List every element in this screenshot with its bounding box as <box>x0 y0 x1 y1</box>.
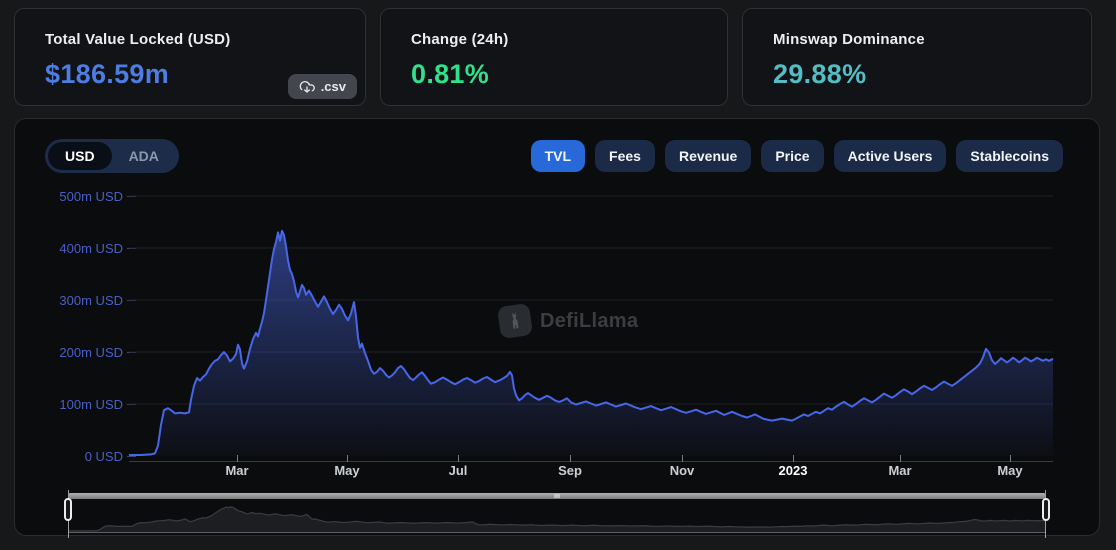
brush-grip-icon <box>554 494 560 498</box>
stat-card-dominance: Minswap Dominance 29.88% <box>742 8 1092 106</box>
x-axis-label: May <box>334 463 360 478</box>
x-axis-label: 2023 <box>778 463 808 478</box>
brush-mini-chart <box>69 501 1045 533</box>
x-axis-label: Sep <box>558 463 582 478</box>
tab-fees[interactable]: Fees <box>595 140 655 172</box>
chart-tabs: TVL Fees Revenue Price Active Users Stab… <box>530 140 1063 172</box>
download-cloud-icon <box>299 80 315 94</box>
y-axis-label: 200m USD <box>59 345 123 360</box>
x-axis-tick <box>1010 455 1011 462</box>
brush-selection-bar[interactable] <box>69 493 1045 499</box>
stat-value: 0.81% <box>411 59 490 89</box>
tvl-area-fill <box>129 230 1053 456</box>
stat-card-tvl: Total Value Locked (USD) $186.59m .csv <box>14 8 366 106</box>
tab-price[interactable]: Price <box>761 140 824 172</box>
x-axis-tick <box>900 455 901 462</box>
x-axis-tick <box>237 455 238 462</box>
stat-label: Minswap Dominance <box>773 31 925 48</box>
chart-panel: USD ADA TVL Fees Revenue Price Active Us… <box>14 118 1100 538</box>
currency-toggle: USD ADA <box>45 139 179 173</box>
mini-area-fill <box>69 506 1045 532</box>
stat-value: $186.59m <box>45 59 170 89</box>
stat-card-change: Change (24h) 0.81% <box>380 8 728 106</box>
stat-label: Change (24h) <box>411 31 509 48</box>
x-axis-tick <box>682 455 683 462</box>
dashboard: Total Value Locked (USD) $186.59m .csv C… <box>0 0 1116 550</box>
tab-stablecoins[interactable]: Stablecoins <box>956 140 1063 172</box>
y-axis-label: 400m USD <box>59 241 123 256</box>
time-range-brush <box>64 490 1050 538</box>
x-axis-label: Mar <box>888 463 912 478</box>
x-axis-label: Jul <box>448 463 468 478</box>
tab-revenue[interactable]: Revenue <box>664 140 752 172</box>
y-axis-label: 100m USD <box>59 397 123 412</box>
x-axis-tick <box>570 455 571 462</box>
x-axis-label: May <box>997 463 1023 478</box>
toggle-option-ada[interactable]: ADA <box>112 142 176 170</box>
x-axis-label: Nov <box>669 463 695 478</box>
tab-active-users[interactable]: Active Users <box>833 140 947 172</box>
toggle-option-usd[interactable]: USD <box>48 142 112 170</box>
tab-tvl[interactable]: TVL <box>530 140 586 172</box>
stat-value: 29.88% <box>773 59 867 89</box>
y-axis-label: 500m USD <box>59 189 123 204</box>
stat-label: Total Value Locked (USD) <box>45 31 231 48</box>
csv-button-label: .csv <box>320 79 346 94</box>
x-axis-label: Mar <box>225 463 249 478</box>
y-axis-label: 300m USD <box>59 293 123 308</box>
brush-left-handle[interactable] <box>64 498 72 521</box>
watermark-text: DefiLlama <box>540 309 639 332</box>
y-axis-label: 0 USD <box>84 449 123 464</box>
brush-right-handle[interactable] <box>1042 498 1050 521</box>
x-axis-tick <box>793 455 794 462</box>
defillama-logo-icon <box>496 302 534 340</box>
csv-download-button[interactable]: .csv <box>287 74 357 99</box>
x-axis-tick <box>458 455 459 462</box>
x-axis-line <box>129 461 1053 462</box>
watermark: DefiLlama <box>496 302 639 340</box>
x-axis-tick <box>347 455 348 462</box>
